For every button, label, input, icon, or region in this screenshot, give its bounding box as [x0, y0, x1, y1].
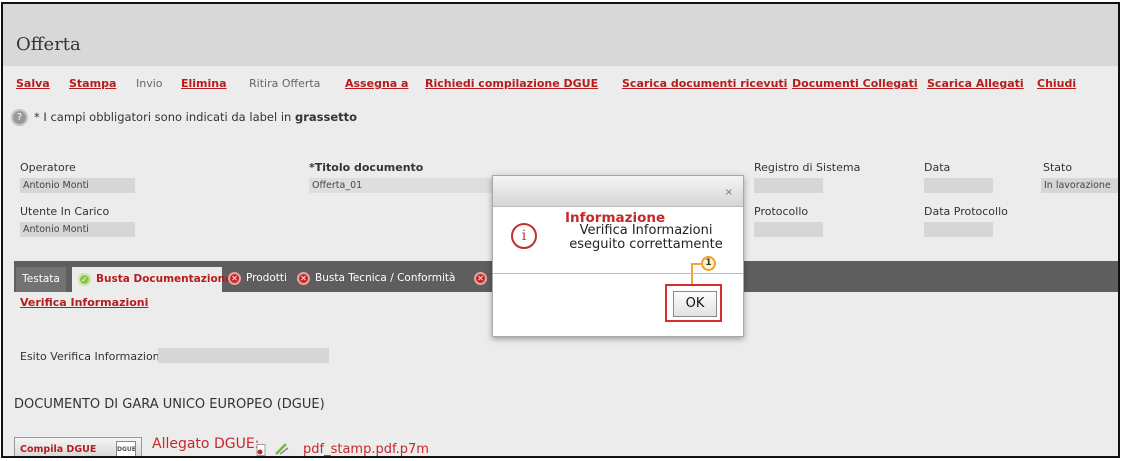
tab-busta-tecnica[interactable]: ✕ Busta Tecnica / Conformità: [297, 267, 455, 292]
linked-documents-button[interactable]: Documenti Collegati: [792, 77, 918, 90]
registro-field: [754, 178, 823, 193]
protocollo-label: Protocollo: [754, 205, 809, 218]
error-icon: ✕: [474, 271, 487, 285]
dialog-separator: [493, 273, 743, 274]
delete-button[interactable]: Elimina: [181, 77, 227, 90]
operatore-label: Operatore: [20, 161, 76, 174]
tab-busta-tecnica-label: Busta Tecnica / Conformità: [315, 272, 456, 284]
tab-testata-label: Testata: [22, 273, 60, 285]
dgue-section-title: DOCUMENTO DI GARA UNICO EUROPEO (DGUE): [14, 397, 325, 412]
data-label: Data: [924, 161, 951, 174]
operatore-field: Antonio Monti: [20, 178, 135, 193]
callout-line-vertical: [691, 263, 693, 284]
tab-prodotti[interactable]: ✕ Prodotti: [228, 267, 287, 292]
notice-text: * I campi obbligatori sono indicati da l…: [34, 110, 295, 124]
utente-field: Antonio Monti: [20, 222, 135, 237]
tab-busta-documentazione-label: Busta Documentazione: [96, 273, 233, 285]
error-icon: ✕: [297, 271, 310, 285]
tab-more[interactable]: ✕: [474, 267, 492, 292]
verifica-informazioni-link[interactable]: Verifica Informazioni: [20, 296, 148, 309]
protocollo-field: [754, 222, 823, 237]
compila-dgue-button[interactable]: Compila DGUE DGUE: [14, 437, 142, 456]
stato-label: Stato: [1043, 161, 1073, 174]
pen-icon: DGUE: [116, 441, 136, 456]
page-title: Offerta: [16, 34, 81, 55]
dialog-message: Verifica Informazioni eseguito correttam…: [556, 224, 736, 252]
dialog-message-line2: eseguito correttamente: [569, 237, 723, 252]
info-icon: i: [511, 223, 537, 249]
notice-bold: grassetto: [295, 110, 358, 124]
dialog-message-line1: Verifica Informazioni: [579, 223, 713, 238]
compila-dgue-label: Compila DGUE: [20, 444, 97, 455]
allegato-label: Allegato DGUE:: [152, 436, 260, 452]
assign-button[interactable]: Assegna a: [345, 77, 408, 90]
tab-prodotti-label: Prodotti: [246, 272, 287, 284]
download-received-button[interactable]: Scarica documenti ricevuti: [622, 77, 787, 90]
ok-button[interactable]: OK: [673, 291, 717, 317]
print-button[interactable]: Stampa: [69, 77, 116, 90]
check-icon: ✓: [78, 272, 91, 286]
data-protocollo-label: Data Protocollo: [924, 205, 1008, 218]
data-protocollo-field: [924, 222, 993, 237]
close-icon[interactable]: ×: [725, 187, 733, 198]
close-button[interactable]: Chiudi: [1037, 77, 1076, 90]
send-button[interactable]: Invio: [136, 77, 163, 90]
stato-field: In lavorazione: [1041, 178, 1118, 193]
titolo-label: *Titolo documento: [309, 161, 424, 174]
tab-testata[interactable]: Testata: [16, 267, 66, 292]
required-fields-notice: ? * I campi obbligatori sono indicati da …: [11, 107, 357, 127]
app-window: Offerta Salva Stampa Invio Elimina Ritir…: [1, 2, 1120, 458]
request-dgue-button[interactable]: Richiedi compilazione DGUE: [425, 77, 598, 90]
save-button[interactable]: Salva: [16, 77, 50, 90]
withdraw-offer-button[interactable]: Ritira Offerta: [249, 77, 320, 90]
info-dialog: × i Informazione Verifica Informazioni e…: [492, 175, 744, 337]
tab-busta-documentazione[interactable]: ✓ Busta Documentazione: [72, 267, 232, 292]
titolo-input[interactable]: Offerta_01: [309, 178, 492, 193]
data-field: [924, 178, 993, 193]
signature-icon[interactable]: [274, 442, 290, 456]
title-bar: Offerta: [3, 4, 1118, 66]
dialog-header: ×: [493, 176, 743, 207]
pdf-file-icon[interactable]: [256, 444, 266, 456]
error-icon: ✕: [228, 271, 241, 285]
attachment-filename[interactable]: pdf_stamp.pdf.p7m: [303, 442, 429, 456]
download-attachments-button[interactable]: Scarica Allegati: [927, 77, 1024, 90]
esito-field: [158, 348, 329, 363]
esito-label: Esito Verifica Informazioni: [20, 350, 163, 363]
callout-badge: 1: [701, 256, 716, 271]
registro-label: Registro di Sistema: [754, 161, 861, 174]
help-icon[interactable]: ?: [11, 109, 28, 126]
utente-label: Utente In Carico: [20, 205, 110, 218]
